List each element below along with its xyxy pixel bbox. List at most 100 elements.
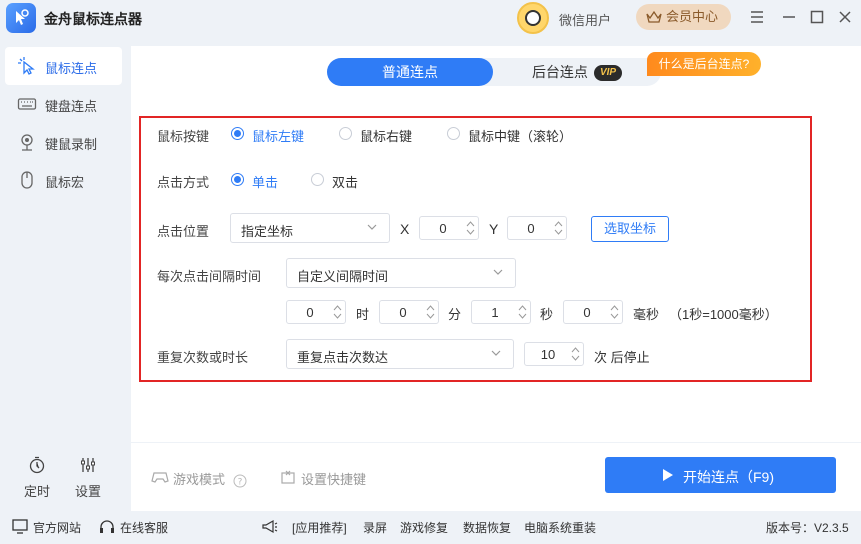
pick-coordinate-button[interactable]: 选取坐标 (591, 216, 669, 242)
version-label: 版本号：V2.3.5 (766, 521, 849, 535)
vip-center-button[interactable]: 会员中心 (636, 4, 731, 30)
stepper-arrows-icon[interactable] (333, 303, 342, 321)
x-coordinate-input[interactable]: 0 (419, 216, 479, 240)
record-icon (21, 134, 33, 151)
game-mode-toggle[interactable]: 游戏模式 ? (151, 469, 247, 488)
shortcut-icon (281, 470, 295, 484)
footer-link-screen-record[interactable]: 录屏 (363, 519, 387, 536)
mouse-icon (21, 171, 33, 189)
minimize-icon[interactable] (780, 8, 798, 26)
radio-right-button[interactable] (339, 127, 352, 140)
hours-input[interactable]: 0 (286, 300, 346, 324)
settings-button[interactable]: 设置 (63, 456, 113, 500)
position-mode-select[interactable]: 指定坐标 (230, 213, 390, 243)
username-label[interactable]: 微信用户 (559, 10, 611, 29)
repeat-suffix: 次 后停止 (594, 350, 650, 365)
start-click-button[interactable]: 开始连点（F9) (605, 457, 836, 493)
sidebar-item-keyboard-click[interactable]: 键盘连点 (5, 85, 122, 123)
footer-link-data-recovery[interactable]: 数据恢复 (463, 519, 511, 536)
footer: 官方网站 在线客服 [应用推荐] 录屏 游戏修复 数据恢复 电脑系统重装 版本号… (0, 511, 861, 544)
sidebar-item-mouse-click[interactable]: 鼠标连点 (5, 47, 122, 85)
radio-single-click[interactable] (231, 173, 244, 186)
keyboard-icon (17, 98, 37, 110)
minutes-value: 0 (399, 305, 407, 320)
repeat-mode-value: 重复点击次数达 (297, 350, 389, 365)
settings-sliders-icon (81, 458, 95, 472)
menu-icon[interactable] (748, 8, 766, 26)
click-settings-panel: 鼠标按键 鼠标左键 鼠标右键 鼠标中键（滚轮） 点击方式 单击 双击 点击位置 … (139, 116, 812, 382)
click-position-label: 点击位置 (157, 224, 210, 239)
background-click-hint-badge[interactable]: 什么是后台连点? (647, 52, 761, 76)
x-value: 0 (439, 221, 447, 236)
radio-double-click[interactable] (311, 173, 324, 186)
online-support-link[interactable]: 在线客服 (120, 519, 168, 536)
radio-middle-button[interactable] (447, 127, 460, 140)
headset-icon (100, 520, 114, 533)
repeat-mode-select[interactable]: 重复点击次数达 (286, 339, 514, 369)
stepper-arrows-icon[interactable] (426, 303, 435, 321)
y-coordinate-input[interactable]: 0 (507, 216, 567, 240)
crown-icon (646, 10, 662, 23)
y-label: Y (489, 221, 499, 237)
help-icon[interactable]: ? (233, 474, 247, 488)
close-icon[interactable] (836, 8, 854, 26)
user-avatar[interactable] (517, 2, 549, 34)
radio-middle-button-label[interactable]: 鼠标中键（滚轮） (468, 126, 572, 145)
stepper-arrows-icon[interactable] (466, 219, 475, 237)
stepper-arrows-icon[interactable] (571, 345, 580, 363)
seconds-value: 1 (491, 305, 499, 320)
monitor-icon (12, 519, 28, 534)
seconds-input[interactable]: 1 (471, 300, 531, 324)
hours-value: 0 (306, 305, 314, 320)
footer-link-game-repair[interactable]: 游戏修复 (400, 519, 448, 536)
interval-mode-select[interactable]: 自定义间隔时间 (286, 258, 516, 288)
tab-background-click[interactable]: 后台连点 VIP (497, 58, 657, 86)
vip-center-label: 会员中心 (666, 9, 719, 24)
set-shortcut-label: 设置快捷键 (301, 472, 367, 487)
mouse-button-label: 鼠标按键 (157, 129, 210, 144)
sidebar-item-label: 鼠标宏 (45, 175, 85, 190)
y-value: 0 (527, 221, 535, 236)
tab-normal-click[interactable]: 普通连点 (327, 58, 493, 86)
interval-mode-value: 自定义间隔时间 (297, 269, 389, 284)
radio-right-button-label[interactable]: 鼠标右键 (360, 126, 412, 145)
stepper-arrows-icon[interactable] (518, 303, 527, 321)
svg-text:?: ? (237, 477, 242, 487)
sidebar: 鼠标连点 键盘连点 键鼠录制 鼠标宏 定时 设置 (0, 36, 131, 511)
milliseconds-unit: 毫秒 (633, 307, 660, 322)
settings-label: 设置 (74, 484, 101, 499)
minutes-input[interactable]: 0 (379, 300, 439, 324)
timer-button[interactable]: 定时 (12, 456, 62, 500)
milliseconds-input[interactable]: 0 (563, 300, 623, 324)
sidebar-item-macro[interactable]: 鼠标宏 (5, 161, 122, 199)
vip-badge: VIP (593, 65, 623, 82)
radio-left-button[interactable] (231, 127, 244, 140)
timer-icon (29, 456, 45, 474)
official-website-link[interactable]: 官方网站 (33, 519, 81, 536)
app-title: 金舟鼠标连点器 (44, 11, 142, 27)
radio-left-button-label[interactable]: 鼠标左键 (252, 126, 304, 145)
chevron-down-icon (367, 224, 377, 230)
click-type-label: 点击方式 (157, 175, 210, 190)
interval-label: 每次点击间隔时间 (157, 269, 262, 284)
radio-single-click-label[interactable]: 单击 (252, 172, 278, 191)
play-icon (663, 469, 673, 481)
tab-background-label: 后台连点 (531, 64, 588, 80)
timer-label: 定时 (23, 484, 50, 499)
start-click-label: 开始连点（F9) (683, 469, 774, 485)
mode-tabs: 普通连点 后台连点 VIP (327, 58, 661, 86)
stepper-arrows-icon[interactable] (610, 303, 619, 321)
seconds-unit: 秒 (540, 307, 554, 322)
footer-link-system-reinstall[interactable]: 电脑系统重装 (524, 519, 596, 536)
main-panel: 普通连点 后台连点 VIP 什么是后台连点? 鼠标按键 鼠标左键 鼠标右键 鼠标中… (131, 46, 861, 442)
chevron-down-icon (491, 350, 501, 356)
radio-double-click-label[interactable]: 双击 (332, 172, 358, 191)
repeat-count-input[interactable]: 10 (524, 342, 584, 366)
set-shortcut-button[interactable]: 设置快捷键 (280, 469, 366, 488)
megaphone-icon (262, 519, 278, 534)
milliseconds-value: 0 (583, 305, 591, 320)
maximize-icon[interactable] (808, 8, 826, 26)
action-bar: 游戏模式 ? 设置快捷键 开始连点（F9) (131, 442, 861, 511)
stepper-arrows-icon[interactable] (554, 219, 563, 237)
sidebar-item-record[interactable]: 键鼠录制 (5, 123, 122, 161)
